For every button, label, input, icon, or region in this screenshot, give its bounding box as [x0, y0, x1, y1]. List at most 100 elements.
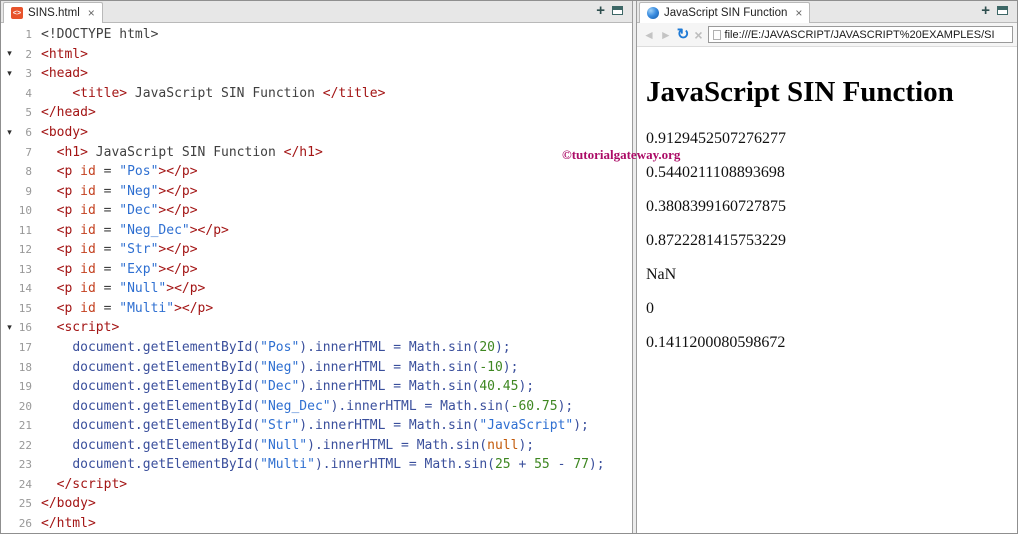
forward-icon[interactable]: ►: [660, 29, 672, 41]
code-text[interactable]: document.getElementById("Neg").innerHTML…: [41, 360, 518, 375]
code-text[interactable]: document.getElementById("Str").innerHTML…: [41, 418, 589, 433]
code-token: JavaScript SIN Function: [87, 144, 284, 160]
code-token: </body>: [41, 496, 96, 512]
code-text[interactable]: document.getElementById("Multi").innerHT…: [41, 457, 605, 473]
code-token: "Null": [119, 281, 167, 297]
code-text[interactable]: <p id = "Str"></p>: [41, 242, 198, 257]
code-text[interactable]: <p id = "Null"></p>: [41, 281, 206, 297]
code-editor[interactable]: 1 <!DOCTYPE html> ▾ 2 <html> ▾ 3 <head> 4 <title…: [1, 23, 632, 533]
line-number: 8: [25, 165, 32, 179]
code-token: =: [95, 203, 120, 219]
fold-arrow-icon[interactable]: ▾: [1, 69, 18, 79]
code-text[interactable]: document.getElementById("Dec").innerHTML…: [41, 379, 534, 394]
refresh-icon[interactable]: ↻: [677, 27, 690, 42]
new-tab-icon[interactable]: +: [981, 3, 990, 18]
code-token: </head>: [41, 105, 96, 121]
code-token: "Null": [260, 437, 308, 453]
new-tab-icon[interactable]: +: [596, 3, 605, 18]
html-file-icon: <>: [11, 7, 23, 19]
split-window-icon[interactable]: [997, 6, 1008, 15]
split-window-icon[interactable]: [612, 6, 623, 15]
code-text[interactable]: <p id = "Pos"></p>: [41, 164, 198, 179]
code-token: +: [510, 457, 535, 473]
close-icon[interactable]: ×: [795, 6, 802, 20]
address-bar[interactable]: file:///E:/JAVASCRIPT/JAVASCRIPT%20EXAMP…: [707, 26, 1013, 43]
code-text[interactable]: document.getElementById("Pos").innerHTML…: [41, 340, 510, 356]
code-line: 9 <p id = "Neg"></p>: [1, 181, 632, 201]
code-token: "JavaScript": [479, 418, 574, 434]
close-icon[interactable]: ×: [88, 6, 95, 20]
code-token: id: [80, 203, 96, 219]
code-token: ).innerHTML = Math.sin(: [299, 359, 480, 375]
page-favicon-icon: [712, 29, 721, 40]
watermark: ©tutorialgateway.org: [562, 147, 681, 162]
code-token: "Neg": [260, 359, 300, 375]
code-text[interactable]: </script>: [41, 477, 127, 492]
code-token: "Neg": [119, 183, 159, 199]
code-token: ></p>: [158, 203, 198, 219]
code-line: 4 <title> JavaScript SIN Function </titl…: [1, 84, 632, 104]
code-text[interactable]: document.getElementById("Null").innerHTM…: [41, 438, 534, 453]
code-line: 7 <h1> JavaScript SIN Function </h1>: [1, 142, 632, 162]
rendered-page: JavaScript SIN Function 0.91294525072762…: [637, 47, 1017, 533]
code-token: <p: [56, 183, 73, 199]
line-number: 21: [18, 419, 32, 433]
code-token: 20: [479, 340, 495, 356]
fold-arrow-icon[interactable]: ▾: [1, 323, 18, 333]
fold-arrow-icon[interactable]: ▾: [1, 49, 18, 59]
code-text[interactable]: <h1> JavaScript SIN Function </h1>: [41, 145, 323, 160]
fold-arrow-icon[interactable]: ▾: [1, 128, 18, 138]
line-number: 3: [25, 67, 32, 81]
code-token: );: [557, 398, 574, 414]
code-text[interactable]: </head>: [41, 105, 96, 120]
code-token: -: [549, 457, 574, 473]
line-number: 15: [18, 301, 32, 315]
code-text[interactable]: </body>: [41, 496, 96, 511]
browser-tabbar: JavaScript SIN Function × +: [637, 1, 1017, 23]
code-text[interactable]: <title> JavaScript SIN Function </title>: [41, 86, 385, 101]
code-token: =: [95, 164, 120, 180]
code-token: <html>: [41, 46, 88, 62]
code-token: document.getElementById(: [72, 457, 261, 473]
browser-tab[interactable]: JavaScript SIN Function ×: [639, 2, 811, 23]
code-text[interactable]: document.getElementById("Neg_Dec").inner…: [41, 399, 573, 414]
code-text[interactable]: <head>: [41, 66, 88, 81]
code-text[interactable]: </html>: [41, 516, 96, 531]
line-number: 20: [18, 399, 32, 413]
code-text[interactable]: <p id = "Dec"></p>: [41, 203, 198, 218]
code-token: );: [588, 457, 605, 473]
back-icon[interactable]: ◄: [643, 29, 655, 41]
code-text[interactable]: <html>: [41, 47, 88, 62]
code-line: 10 <p id = "Dec"></p>: [1, 201, 632, 221]
code-token: id: [80, 222, 96, 238]
code-line: 23 document.getElementById("Multi").inne…: [1, 455, 632, 475]
code-token: =: [95, 222, 120, 238]
code-line: 5 </head>: [1, 103, 632, 123]
code-token: id: [80, 164, 96, 180]
code-text[interactable]: <script>: [41, 320, 120, 335]
code-text[interactable]: <p id = "Multi"></p>: [41, 301, 214, 316]
line-number: 4: [25, 86, 32, 100]
code-line: 21 document.getElementById("Str").innerH…: [1, 416, 632, 436]
code-token: "Neg_Dec": [260, 398, 331, 414]
code-token: ></p>: [158, 183, 198, 199]
code-text[interactable]: <body>: [41, 125, 88, 140]
code-text[interactable]: <p id = "Neg_Dec"></p>: [41, 223, 229, 238]
code-token: =: [95, 281, 120, 297]
code-text[interactable]: <p id = "Neg"></p>: [41, 184, 198, 199]
output-value: 0.9129452507276277: [646, 130, 786, 147]
code-text[interactable]: <!DOCTYPE html>: [41, 27, 158, 42]
editor-tab[interactable]: <> SINS.html ×: [3, 2, 103, 23]
stop-icon[interactable]: ×: [694, 28, 702, 42]
code-text[interactable]: <p id = "Exp"></p>: [41, 262, 198, 277]
